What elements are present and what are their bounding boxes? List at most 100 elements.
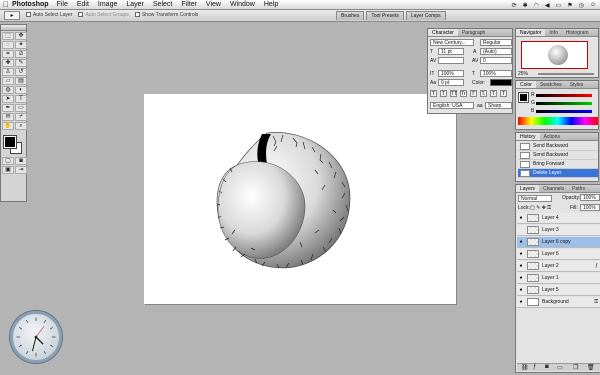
- show-transform-option[interactable]: Show Transform Controls: [134, 12, 198, 19]
- layer-row[interactable]: ● Layer 4: [517, 213, 600, 224]
- trash-icon[interactable]: 🗑: [587, 364, 595, 371]
- history-brush-tool-icon[interactable]: ↺: [15, 68, 27, 76]
- wifi-icon[interactable]: ◠: [534, 2, 539, 9]
- menu-layer[interactable]: Layer: [126, 1, 144, 8]
- auto-select-groups-option[interactable]: Auto Select Groups: [78, 12, 129, 19]
- tab-channels[interactable]: Channels: [539, 185, 568, 192]
- tab-layers[interactable]: Layers: [516, 185, 540, 192]
- eye-icon[interactable]: ●: [517, 287, 525, 293]
- menu-image[interactable]: Image: [98, 1, 117, 8]
- layer-row[interactable]: ● Layer 6: [517, 249, 600, 260]
- eraser-tool-icon[interactable]: ▱: [2, 77, 14, 85]
- history-item-selected[interactable]: Delete Layer: [518, 169, 598, 178]
- navigator-thumbnail[interactable]: [521, 41, 588, 69]
- superscript-button[interactable]: T': [470, 90, 477, 97]
- blend-mode-select[interactable]: Normal: [518, 195, 552, 202]
- layer-row[interactable]: Layer 3: [517, 225, 600, 236]
- menu-edit[interactable]: Edit: [77, 1, 89, 8]
- tab-character[interactable]: Character: [428, 29, 458, 36]
- tab-paths[interactable]: Paths: [568, 185, 589, 192]
- type-tool-icon[interactable]: T: [15, 95, 27, 103]
- faux-bold-button[interactable]: T: [430, 90, 437, 97]
- blur-tool-icon[interactable]: ◍: [2, 86, 14, 94]
- channel-b-slider[interactable]: [536, 110, 592, 113]
- hand-tool-icon[interactable]: ✋: [2, 122, 14, 130]
- all-caps-button[interactable]: TT: [450, 90, 457, 97]
- history-item[interactable]: Bring Forward: [518, 160, 598, 169]
- font-style-select[interactable]: Regular: [480, 39, 512, 46]
- eyedropper-tool-icon[interactable]: ⌿: [15, 113, 27, 121]
- eye-icon[interactable]: ●: [517, 215, 525, 221]
- bluetooth-icon[interactable]: ✱: [523, 2, 528, 9]
- strikethrough-button[interactable]: T: [500, 90, 507, 97]
- tab-paragraph[interactable]: Paragraph: [458, 29, 489, 36]
- fill-field[interactable]: 100%: [580, 204, 600, 211]
- brush-tool-icon[interactable]: ✎: [15, 59, 27, 67]
- new-group-icon[interactable]: ▭: [557, 364, 563, 371]
- layer-style-icon[interactable]: ƒ: [595, 263, 598, 269]
- text-color-swatch[interactable]: [490, 79, 512, 86]
- jump-to-imageready-icon[interactable]: ⇥: [15, 166, 27, 174]
- opacity-field[interactable]: 100%: [580, 194, 600, 201]
- sync-icon[interactable]: ⟳: [512, 2, 517, 9]
- kerning-field[interactable]: [438, 57, 464, 64]
- zoom-tool-icon[interactable]: ⌕: [15, 122, 27, 130]
- channel-g-slider[interactable]: [536, 102, 592, 105]
- healing-brush-tool-icon[interactable]: ✚: [2, 59, 14, 67]
- baseline-shift-field[interactable]: 0 pt: [438, 79, 464, 86]
- eye-icon[interactable]: ●: [517, 239, 525, 245]
- app-menu[interactable]: Photoshop: [12, 1, 49, 8]
- tab-actions[interactable]: Actions: [540, 133, 564, 140]
- screen-mode-icon[interactable]: ▣: [2, 166, 14, 174]
- tool-preset-picker[interactable]: ▸: [4, 11, 20, 20]
- eye-icon[interactable]: ●: [517, 275, 525, 281]
- well-layer-comps[interactable]: Layer Comps: [405, 11, 446, 20]
- pen-tool-icon[interactable]: ✒: [2, 104, 14, 112]
- tab-histogram[interactable]: Histogram: [562, 29, 593, 36]
- lasso-tool-icon[interactable]: ◌: [2, 41, 14, 49]
- subscript-button[interactable]: T,: [480, 90, 487, 97]
- vertical-scale-field[interactable]: 100%: [438, 70, 464, 77]
- channel-r-slider[interactable]: [536, 94, 592, 97]
- layer-row-selected[interactable]: ● Layer 6 copy: [517, 237, 600, 248]
- menu-help[interactable]: Help: [264, 1, 278, 8]
- underline-button[interactable]: T: [490, 90, 497, 97]
- zoom-value[interactable]: 25%: [518, 71, 528, 77]
- add-mask-icon[interactable]: ◙: [545, 364, 549, 370]
- magic-wand-tool-icon[interactable]: ✦: [15, 41, 27, 49]
- menu-view[interactable]: View: [206, 1, 221, 8]
- quickmask-mode-icon[interactable]: ◙: [15, 157, 27, 165]
- path-selection-tool-icon[interactable]: ➤: [2, 95, 14, 103]
- color-spectrum-bar[interactable]: [518, 117, 598, 125]
- font-size-field[interactable]: 11 pt: [438, 48, 464, 55]
- new-layer-icon[interactable]: ❐: [573, 364, 578, 371]
- menu-window[interactable]: Window: [230, 1, 255, 8]
- language-select[interactable]: English: USA: [430, 102, 474, 109]
- eye-icon[interactable]: ●: [517, 251, 525, 257]
- auto-select-groups-checkbox[interactable]: [78, 12, 84, 18]
- leading-field[interactable]: (Auto): [480, 48, 512, 55]
- volume-icon[interactable]: ◀: [545, 2, 550, 9]
- tracking-field[interactable]: 0: [480, 57, 512, 64]
- tab-styles[interactable]: Styles: [566, 81, 588, 88]
- eye-icon[interactable]: ●: [517, 263, 525, 269]
- move-tool-icon[interactable]: ✥: [15, 32, 27, 40]
- menu-filter[interactable]: Filter: [181, 1, 197, 8]
- history-item[interactable]: Send Backward: [518, 151, 598, 160]
- history-item[interactable]: Send Backward: [518, 142, 598, 151]
- clone-stamp-tool-icon[interactable]: ♙: [2, 68, 14, 76]
- user-icon[interactable]: ☺: [590, 2, 596, 8]
- gradient-tool-icon[interactable]: ▤: [15, 77, 27, 85]
- standard-mode-icon[interactable]: ▢: [2, 157, 14, 165]
- eye-icon[interactable]: ●: [517, 299, 525, 305]
- color-fg-swatch[interactable]: [518, 92, 529, 103]
- clock-menu-icon[interactable]: ◷: [579, 2, 584, 9]
- layer-row[interactable]: ● Layer 5: [517, 285, 600, 296]
- menu-select[interactable]: Select: [153, 1, 172, 8]
- tab-info[interactable]: Info: [545, 29, 561, 36]
- horizontal-scale-field[interactable]: 100%: [480, 70, 512, 77]
- notes-tool-icon[interactable]: ✉: [2, 113, 14, 121]
- well-brushes[interactable]: Brushes: [336, 11, 365, 20]
- font-family-select[interactable]: New Century...: [430, 39, 474, 46]
- tab-swatches[interactable]: Swatches: [536, 81, 566, 88]
